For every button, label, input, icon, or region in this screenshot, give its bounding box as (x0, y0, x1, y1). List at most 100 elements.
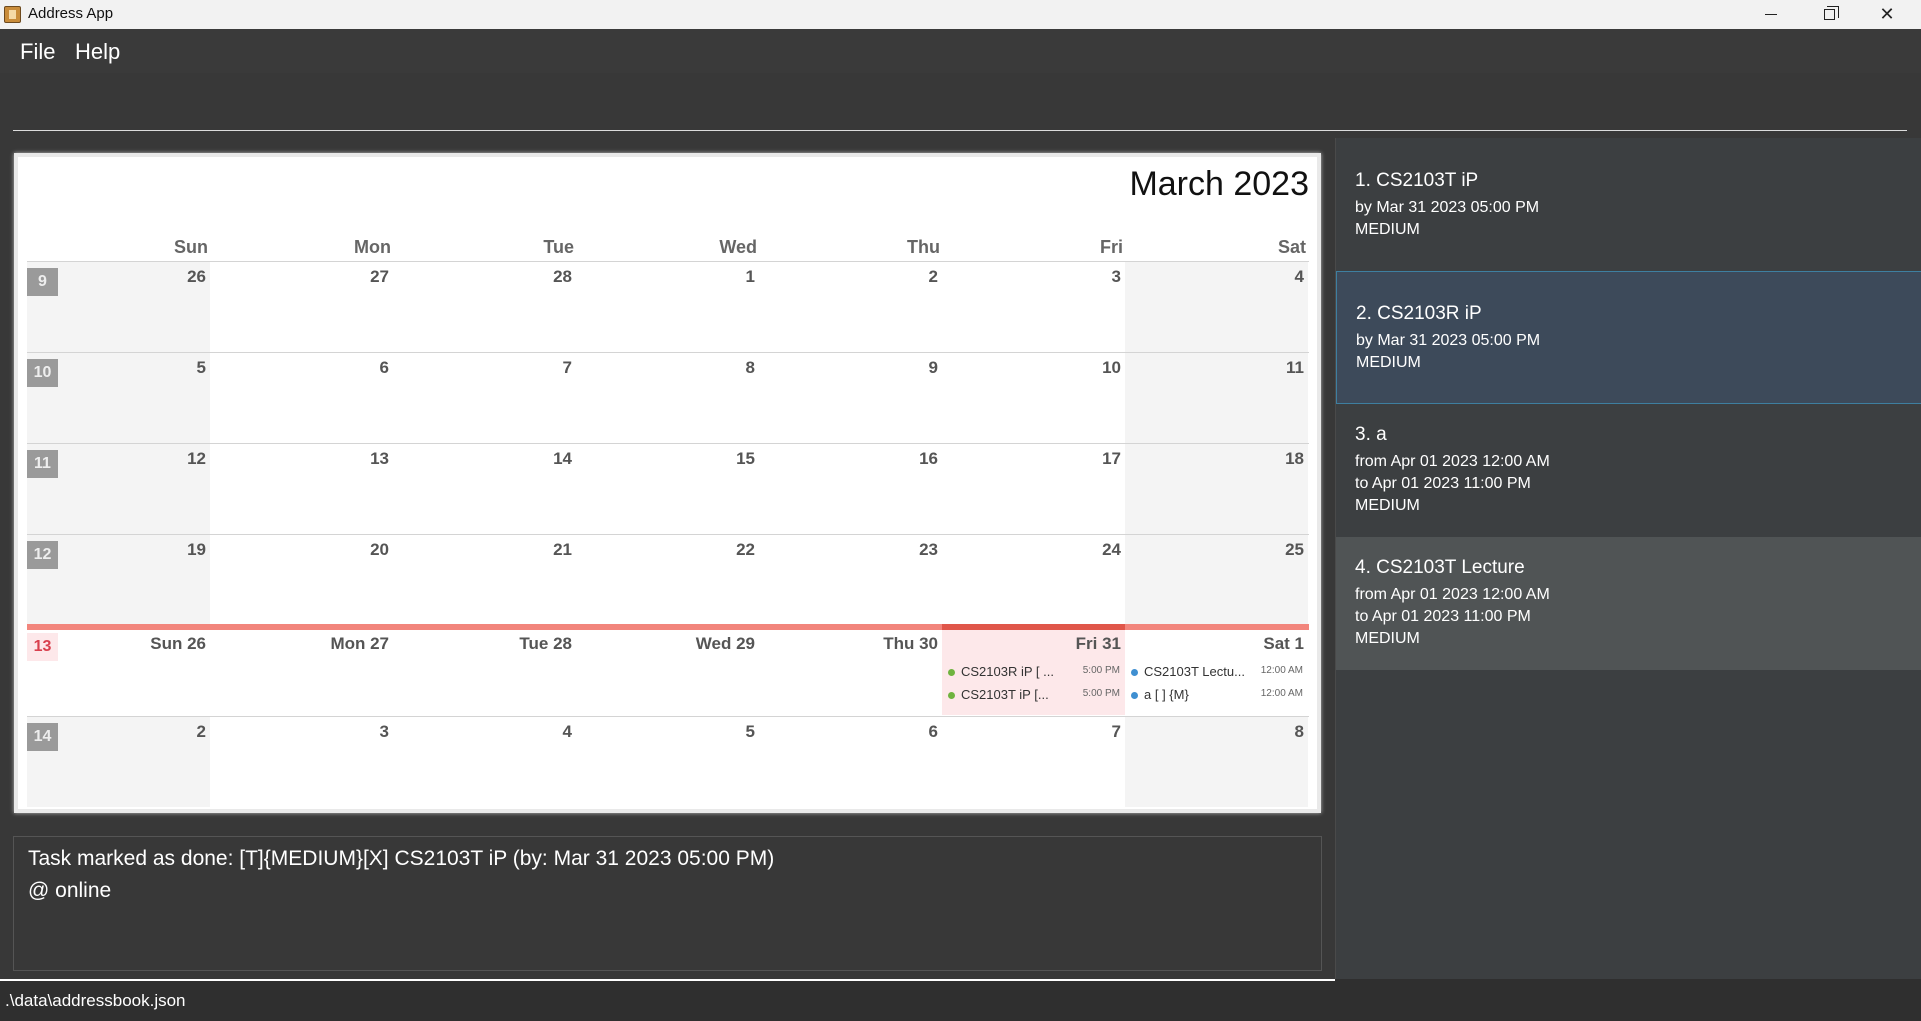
day-number: 3 (1111, 267, 1121, 286)
day-cell[interactable]: Sat 1 CS2103T Lectu... 12:00 AM a [ ] {M… (1125, 625, 1308, 715)
day-cell[interactable]: 5 (576, 717, 759, 807)
day-cell[interactable]: 15 (576, 444, 759, 534)
app-icon (4, 6, 21, 23)
day-number: 15 (736, 449, 755, 468)
calendar-month-title: March 2023 (1129, 165, 1309, 203)
day-label: Thu 30 (883, 634, 938, 653)
day-cell[interactable]: Wed 29 (576, 625, 759, 715)
day-cell[interactable]: 18 (1125, 444, 1308, 534)
task-card[interactable]: 4. CS2103T Lecture from Apr 01 2023 12:0… (1336, 537, 1921, 670)
day-cell[interactable]: 11 (1125, 353, 1308, 443)
menu-help[interactable]: Help (75, 39, 120, 65)
task-list-panel: 1. CS2103T iP by Mar 31 2023 05:00 PM ME… (1335, 138, 1921, 979)
today-cell[interactable]: Fri 31 CS2103R iP [ ... 5:00 PM CS2103T … (942, 625, 1125, 715)
day-number: 22 (736, 540, 755, 559)
calendar-panel: March 2023 Sun Mon Tue Wed Thu Fri Sat 2… (0, 138, 1335, 821)
day-cell[interactable]: 4 (393, 717, 576, 807)
day-cell[interactable]: 10 (942, 353, 1125, 443)
day-number: 4 (1294, 267, 1304, 286)
day-number: 16 (919, 449, 938, 468)
day-cell[interactable]: Thu 30 (759, 625, 942, 715)
calendar-event[interactable]: CS2103T iP [... 5:00 PM (948, 687, 1120, 705)
day-cell[interactable]: 20 (210, 535, 393, 625)
day-cell[interactable]: 28 (393, 262, 576, 352)
day-cell[interactable]: 2 (759, 262, 942, 352)
day-number: 27 (370, 267, 389, 286)
day-cell[interactable]: 7 (942, 717, 1125, 807)
day-cell[interactable]: 13 (210, 444, 393, 534)
day-cell[interactable]: 27 (210, 262, 393, 352)
calendar-event[interactable]: CS2103R iP [ ... 5:00 PM (948, 664, 1120, 682)
day-cell[interactable]: 9 (759, 353, 942, 443)
event-dot-icon (1131, 669, 1138, 676)
day-cell[interactable]: 1 (576, 262, 759, 352)
result-display[interactable]: Task marked as done: [T]{MEDIUM}[X] CS21… (13, 836, 1322, 971)
day-header-sun: Sun (174, 237, 208, 257)
day-cell[interactable]: 8 (1125, 717, 1308, 807)
calendar-view: March 2023 Sun Mon Tue Wed Thu Fri Sat 2… (14, 153, 1321, 813)
day-cell[interactable]: 14 (393, 444, 576, 534)
day-number: 6 (928, 722, 938, 741)
calendar-event[interactable]: CS2103T Lectu... 12:00 AM (1131, 664, 1303, 682)
day-cell[interactable]: 21 (393, 535, 576, 625)
day-cell[interactable]: 17 (942, 444, 1125, 534)
day-cell[interactable]: 3 (942, 262, 1125, 352)
task-card[interactable]: 3. a from Apr 01 2023 12:00 AM to Apr 01… (1336, 404, 1921, 537)
event-time: 12:00 AM (1260, 688, 1303, 699)
day-cell[interactable]: Tue 28 (393, 625, 576, 715)
day-header-thu: Thu (907, 237, 940, 257)
week-number-badge: 12 (27, 541, 58, 569)
minimize-button[interactable] (1742, 0, 1800, 29)
day-number: 14 (553, 449, 572, 468)
day-number: 17 (1102, 449, 1121, 468)
day-label: Wed 29 (695, 634, 755, 653)
week-number-badge: 10 (27, 359, 58, 387)
day-cell[interactable]: 25 (1125, 535, 1308, 625)
day-cell[interactable]: 6 (759, 717, 942, 807)
day-cell[interactable]: 22 (576, 535, 759, 625)
task-title: 2. CS2103R iP (1356, 303, 1482, 324)
day-header-sat: Sat (1277, 237, 1306, 257)
event-dot-icon (948, 692, 955, 699)
close-button[interactable]: ✕ (1858, 0, 1916, 29)
day-number: 28 (553, 267, 572, 286)
calendar-event[interactable]: a [ ] {M} 12:00 AM (1131, 687, 1303, 705)
day-cell[interactable]: 6 (210, 353, 393, 443)
today-indicator (942, 624, 1125, 630)
event-time: 5:00 PM (1082, 688, 1120, 699)
day-cell[interactable]: 7 (393, 353, 576, 443)
week-row: 19 20 21 22 23 24 25 12 (27, 534, 1309, 625)
close-icon: ✕ (1879, 4, 1895, 25)
day-label: Sat 1 (1263, 634, 1304, 653)
day-cell[interactable]: 23 (759, 535, 942, 625)
task-card-selected[interactable]: 2. CS2103R iP by Mar 31 2023 05:00 PM ME… (1336, 271, 1921, 404)
day-cell[interactable]: 24 (942, 535, 1125, 625)
day-number: 11 (1286, 358, 1304, 377)
menu-file[interactable]: File (20, 39, 55, 65)
task-end: to Apr 01 2023 11:00 PM (1355, 608, 1531, 625)
day-number: 2 (196, 722, 206, 741)
event-name: CS2103R iP [ ... (961, 664, 1054, 679)
day-number: 8 (745, 358, 755, 377)
day-number: 24 (1102, 540, 1121, 559)
day-cell[interactable]: 3 (210, 717, 393, 807)
day-cell[interactable]: 4 (1125, 262, 1308, 352)
week-number-badge: 9 (27, 268, 58, 296)
day-cell[interactable]: 16 (759, 444, 942, 534)
day-cell[interactable]: Mon 27 (210, 625, 393, 715)
day-number: 6 (379, 358, 389, 377)
day-number: 25 (1285, 540, 1304, 559)
day-number: 20 (370, 540, 389, 559)
task-start: from Apr 01 2023 12:00 AM (1355, 453, 1550, 470)
day-number: 9 (928, 358, 938, 377)
task-card[interactable]: 1. CS2103T iP by Mar 31 2023 05:00 PM ME… (1336, 138, 1921, 271)
task-priority: MEDIUM (1355, 221, 1420, 238)
menu-bar: File Help (0, 29, 1921, 73)
maximize-button[interactable] (1800, 0, 1858, 29)
event-dot-icon (948, 669, 955, 676)
result-display-panel: Task marked as done: [T]{MEDIUM}[X] CS21… (0, 821, 1335, 979)
task-title: 1. CS2103T iP (1355, 170, 1479, 191)
command-input[interactable] (13, 78, 1907, 131)
day-cell[interactable]: 8 (576, 353, 759, 443)
day-label: Sun 26 (150, 634, 206, 653)
